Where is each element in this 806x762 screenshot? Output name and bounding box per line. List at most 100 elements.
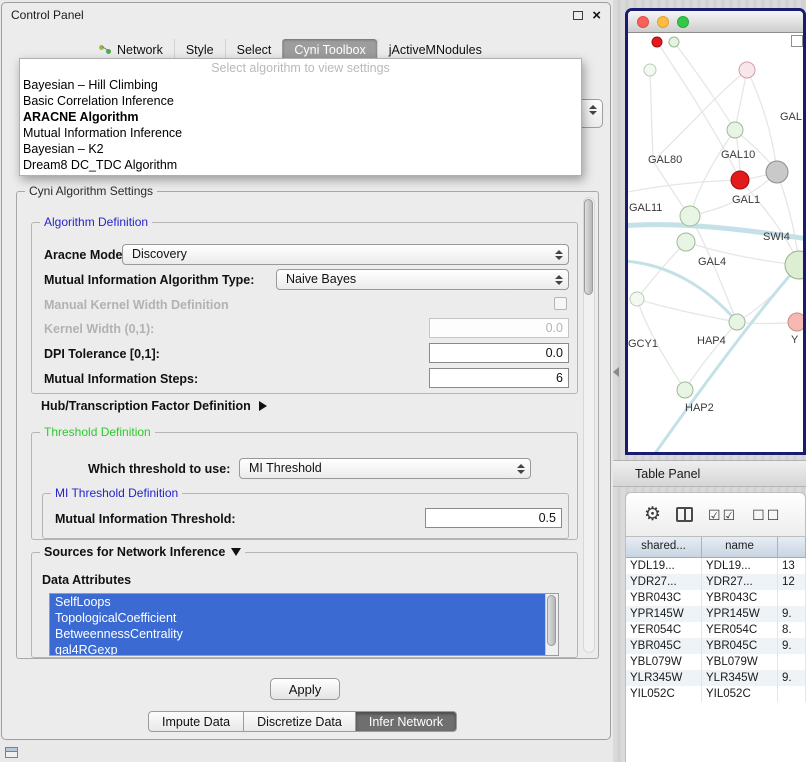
network-node[interactable] [766, 161, 788, 183]
mi-type-combobox[interactable]: Naive Bayes [276, 269, 569, 290]
settings-scrollbar[interactable] [583, 197, 595, 653]
tab-impute-data[interactable]: Impute Data [148, 711, 244, 732]
table-row[interactable]: YBL079WYBL079W [626, 654, 806, 670]
mi-threshold-field[interactable]: 0.5 [425, 508, 562, 528]
window-minimize-button[interactable] [657, 16, 669, 28]
column-header[interactable]: shared... [626, 537, 702, 557]
table-cell: 12 [778, 574, 806, 590]
splitter-collapse-icon[interactable] [613, 367, 619, 377]
collapse-down-icon[interactable] [231, 548, 241, 556]
table-row[interactable]: YER054CYER054C8. [626, 622, 806, 638]
table-cell: YDR27... [702, 574, 778, 590]
combo-arrows-icon [589, 105, 597, 115]
gear-icon[interactable]: ⚙ [644, 505, 661, 524]
window-zoom-button[interactable] [677, 16, 689, 28]
panel-splitter[interactable] [612, 0, 620, 762]
deselect-columns-icon[interactable]: ☐☐ [752, 508, 781, 522]
network-node[interactable] [785, 251, 803, 279]
dpi-tolerance-field[interactable]: 0.0 [429, 343, 569, 363]
table-row[interactable]: YBR045CYBR045C9. [626, 638, 806, 654]
table-row[interactable]: YPR145WYPR145W9. [626, 606, 806, 622]
attribute-list-item[interactable]: BetweennessCentrality [50, 626, 545, 642]
network-node[interactable] [729, 314, 745, 330]
data-attributes-list[interactable]: SelfLoopsTopologicalCoefficientBetweenne… [49, 593, 559, 656]
table-cell: 9. [778, 638, 806, 654]
dpi-tolerance-label: DPI Tolerance [0,1]: [44, 347, 160, 361]
algorithm-option[interactable]: ARACNE Algorithm [20, 109, 581, 125]
attribute-list-item[interactable]: TopologicalCoefficient [50, 610, 545, 626]
aracne-mode-label: Aracne Mode: [44, 248, 127, 262]
network-window-titlebar[interactable] [628, 11, 803, 33]
table-row[interactable]: YBR043CYBR043C [626, 590, 806, 606]
algorithm-dropdown-popup: Select algorithm to view settings Bayesi… [19, 58, 582, 176]
network-node[interactable] [644, 64, 656, 76]
group-title-sources: Sources for Network Inference [40, 545, 245, 559]
column-header[interactable] [778, 537, 806, 557]
network-node[interactable] [731, 171, 749, 189]
table-row[interactable]: YDR27...YDR27...12 [626, 574, 806, 590]
attribute-items: SelfLoopsTopologicalCoefficientBetweenne… [50, 594, 558, 656]
table-cell: YBR045C [626, 638, 702, 654]
network-node[interactable] [669, 37, 679, 47]
scrollbar-thumb[interactable] [584, 199, 593, 295]
kernel-width-field[interactable]: 0.0 [429, 318, 569, 338]
table-cell: YER054C [626, 622, 702, 638]
column-header[interactable]: name [702, 537, 778, 557]
birdseye-corner-box[interactable] [791, 35, 803, 47]
tab-label: jActiveMNodules [389, 43, 482, 57]
list-scrollbar-thumb[interactable] [547, 595, 556, 646]
network-node[interactable] [677, 382, 693, 398]
table-row[interactable]: YLR345WYLR345W9. [626, 670, 806, 686]
attribute-list-item[interactable]: SelfLoops [50, 594, 545, 610]
network-edge [685, 322, 737, 390]
table-row[interactable]: YIL052CYIL052C [626, 686, 806, 702]
close-panel-icon[interactable]: × [592, 8, 601, 23]
network-canvas-svg: GALGAL80GAL10GAL11GAL1SWI4GAL4GCY1HAP4YH… [628, 33, 803, 452]
attribute-list-item[interactable]: gal4RGexp [50, 642, 545, 656]
tab-discretize-data[interactable]: Discretize Data [244, 711, 356, 732]
algorithm-option[interactable]: Bayesian – K2 [20, 141, 581, 157]
aracne-mode-combobox[interactable]: Discovery [122, 244, 569, 265]
network-node[interactable] [727, 122, 743, 138]
network-node[interactable] [739, 62, 755, 78]
tab-infer-network[interactable]: Infer Network [356, 711, 457, 732]
columns-icon[interactable] [676, 507, 693, 522]
mi-steps-field[interactable]: 6 [429, 368, 569, 388]
table-cell: YDL19... [702, 558, 778, 574]
table-cell: 8. [778, 622, 806, 638]
network-node[interactable] [630, 292, 644, 306]
float-panel-icon[interactable] [573, 11, 583, 20]
network-node[interactable] [680, 206, 700, 226]
panel-dock-icon[interactable] [5, 747, 18, 758]
network-node[interactable] [652, 37, 662, 47]
control-panel-header: Control Panel × [2, 3, 610, 27]
apply-button[interactable]: Apply [270, 678, 340, 700]
list-scrollbar[interactable] [545, 594, 558, 655]
algorithm-option[interactable]: Dream8 DC_TDC Algorithm [20, 157, 581, 173]
table-row[interactable]: YDL19...YDL19...13 [626, 558, 806, 574]
tab-label: Network [117, 43, 163, 57]
network-canvas[interactable]: GALGAL80GAL10GAL11GAL1SWI4GAL4GCY1HAP4YH… [628, 33, 803, 452]
table-cell: YPR145W [626, 606, 702, 622]
window-close-button[interactable] [637, 16, 649, 28]
algorithm-option[interactable]: Basic Correlation Inference [20, 93, 581, 109]
which-threshold-combobox[interactable]: MI Threshold [239, 458, 531, 479]
network-node[interactable] [788, 313, 803, 331]
network-node-label: HAP2 [685, 402, 714, 414]
tab-label: Style [186, 43, 214, 57]
mi-type-value: Naive Bayes [286, 272, 356, 286]
table-cell: YLR345W [702, 670, 778, 686]
network-node-label: GAL4 [698, 256, 726, 268]
network-node[interactable] [677, 233, 695, 251]
table-cell: YPR145W [702, 606, 778, 622]
algorithm-option[interactable]: Mutual Information Inference [20, 125, 581, 141]
hub-definition-section[interactable]: Hub/Transcription Factor Definition [41, 399, 267, 413]
table-panel-header: Table Panel [613, 460, 806, 487]
manual-kernel-checkbox[interactable] [554, 297, 567, 310]
table-cell: YBR043C [626, 590, 702, 606]
algorithm-option[interactable]: Bayesian – Hill Climbing [20, 77, 581, 93]
network-edge [637, 299, 737, 322]
select-columns-icon[interactable]: ☑☑ [708, 508, 737, 522]
network-edge [653, 70, 747, 161]
expand-right-icon[interactable] [259, 401, 267, 411]
